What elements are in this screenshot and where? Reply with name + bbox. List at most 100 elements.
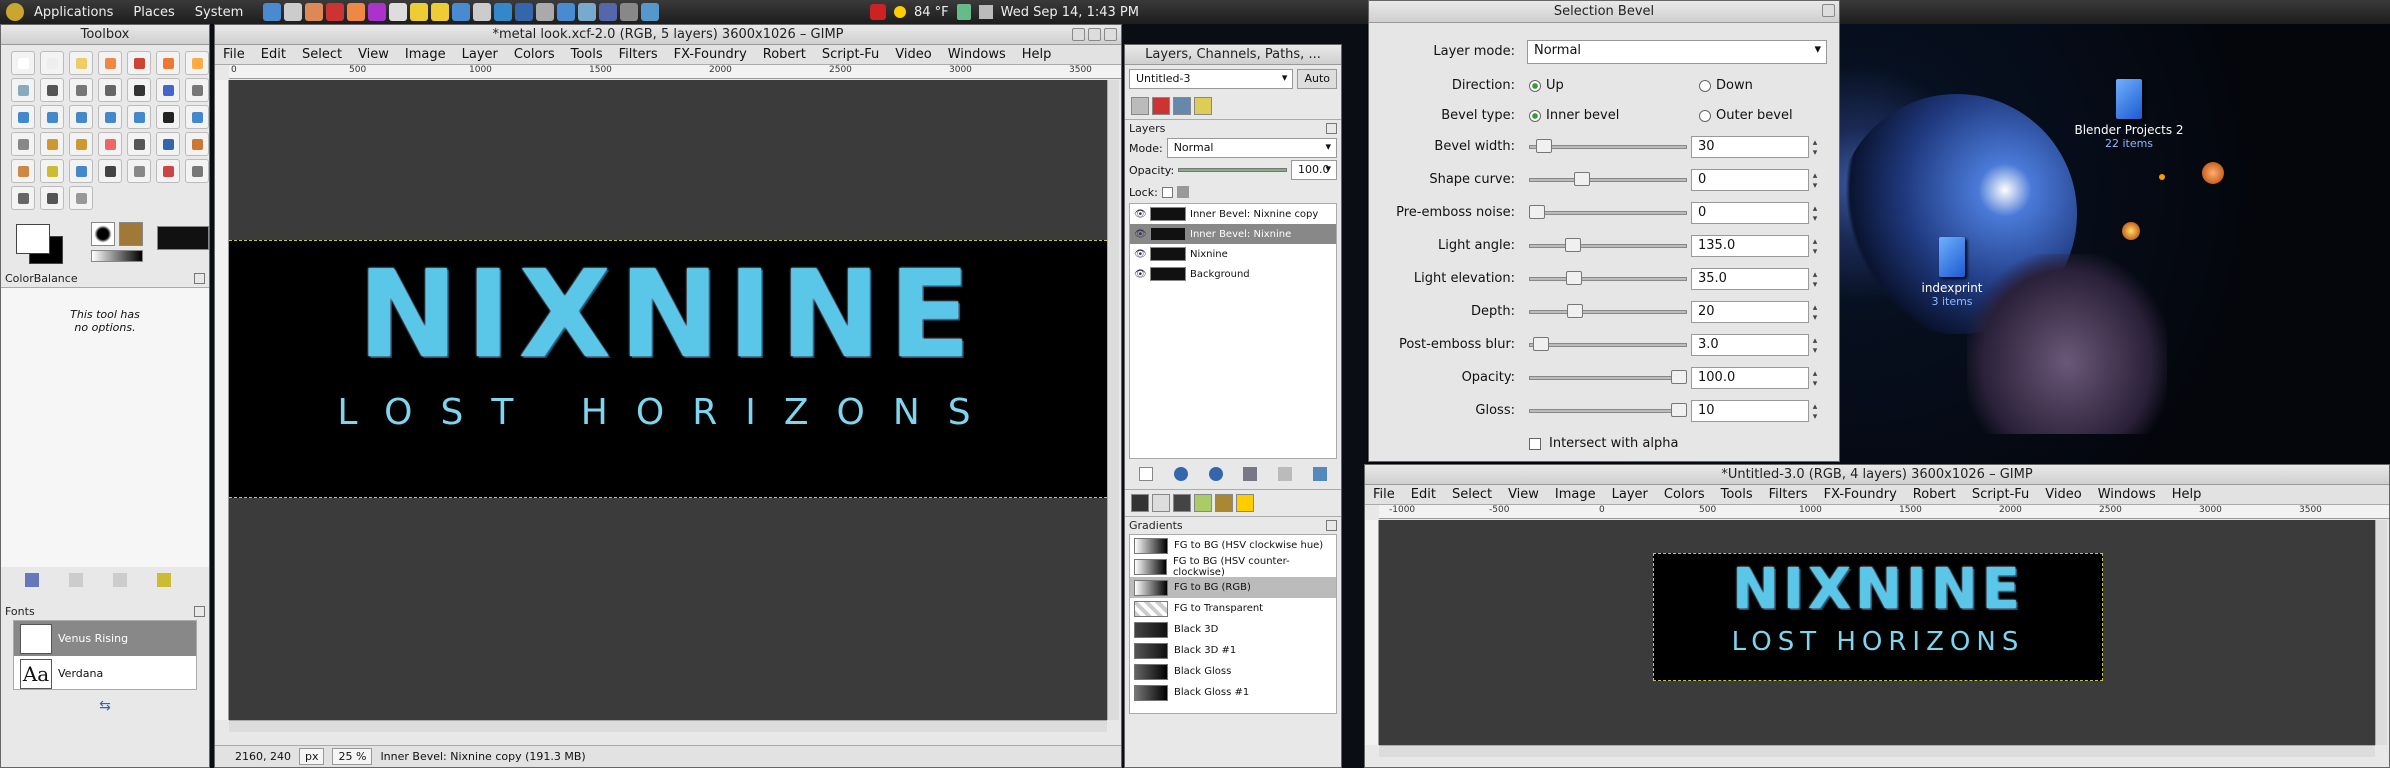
launcher-icon[interactable] bbox=[368, 3, 387, 21]
launcher-icon[interactable] bbox=[410, 3, 429, 21]
launcher-icon[interactable] bbox=[494, 3, 513, 21]
menu-image[interactable]: Image bbox=[1547, 487, 1604, 502]
opacity-input[interactable]: 100.0 bbox=[1291, 160, 1337, 180]
reset-options-icon[interactable] bbox=[157, 573, 171, 587]
bevel-width-input[interactable]: 30 bbox=[1691, 136, 1820, 158]
menu-windows[interactable]: Windows bbox=[2090, 487, 2164, 502]
list-item[interactable]: FG to BG (HSV clockwise hue) bbox=[1130, 535, 1336, 556]
toolbox-titlebar[interactable]: Toolbox bbox=[1, 25, 209, 45]
launcher-icon[interactable] bbox=[557, 3, 576, 21]
close-icon[interactable] bbox=[1822, 4, 1835, 17]
restore-options-icon[interactable] bbox=[69, 573, 83, 587]
image-window-titlebar[interactable]: *metal look.xcf-2.0 (RGB, 5 layers) 3600… bbox=[215, 25, 1121, 45]
desktop-folder-indexprint[interactable]: indexprint 3 items bbox=[1902, 237, 2002, 308]
launcher-icon[interactable] bbox=[578, 3, 597, 21]
menu-system[interactable]: System bbox=[185, 5, 253, 20]
list-item[interactable]: FG to Transparent bbox=[1130, 598, 1336, 619]
menu-select[interactable]: Select bbox=[1444, 487, 1500, 502]
slider-handle[interactable] bbox=[1567, 304, 1584, 318]
horizontal-ruler[interactable]: 0 500 1000 1500 2000 2500 3000 3500 bbox=[229, 65, 1121, 79]
menu-fx-foundry[interactable]: FX-Foundry bbox=[1816, 487, 1905, 502]
tab-menu-icon[interactable] bbox=[1326, 123, 1337, 134]
list-item[interactable]: Black 3D #1 bbox=[1130, 640, 1336, 661]
bevel-titlebar[interactable]: Selection Bevel bbox=[1369, 1, 1839, 23]
scale-icon[interactable] bbox=[40, 105, 64, 129]
shape-curve-input[interactable]: 0 bbox=[1691, 169, 1820, 191]
menu-applications[interactable]: Applications bbox=[24, 5, 123, 20]
anchor-layer-icon[interactable] bbox=[1277, 467, 1292, 481]
tab-gradients-icon[interactable] bbox=[1173, 494, 1191, 512]
threshold-icon[interactable] bbox=[40, 186, 64, 210]
layer-row[interactable]: 👁 Nixnine bbox=[1130, 244, 1336, 264]
menu-places[interactable]: Places bbox=[123, 5, 184, 20]
layer-mode-select[interactable]: Normal bbox=[1166, 138, 1337, 158]
slider-handle[interactable] bbox=[1536, 139, 1553, 153]
menu-video[interactable]: Video bbox=[2037, 487, 2089, 502]
minimize-icon[interactable] bbox=[1072, 28, 1085, 41]
tab-fonts-icon[interactable] bbox=[1236, 494, 1254, 512]
launcher-icon[interactable] bbox=[431, 3, 450, 21]
fuzzy-select-icon[interactable] bbox=[98, 51, 122, 75]
menu-edit[interactable]: Edit bbox=[253, 47, 294, 62]
depth-slider[interactable] bbox=[1529, 310, 1687, 314]
layer-row[interactable]: 👁 Inner Bevel: Nixnine copy bbox=[1130, 204, 1336, 224]
menu-view[interactable]: View bbox=[350, 47, 397, 62]
light-angle-slider[interactable] bbox=[1529, 244, 1687, 248]
inner-bevel-radio[interactable]: Inner bevel bbox=[1529, 108, 1619, 123]
tab-layers-icon[interactable] bbox=[1131, 97, 1149, 115]
foreground-select-icon[interactable] bbox=[185, 51, 209, 75]
slider-handle[interactable] bbox=[1564, 238, 1581, 252]
lock-pixels-checkbox[interactable] bbox=[1161, 186, 1173, 198]
menu-filters[interactable]: Filters bbox=[1761, 487, 1816, 502]
tab-palettes-icon[interactable] bbox=[1194, 494, 1212, 512]
pre-emboss-noise-slider[interactable] bbox=[1529, 211, 1687, 215]
ellipse-select-icon[interactable] bbox=[40, 51, 64, 75]
color-picker-icon[interactable] bbox=[40, 78, 64, 102]
close-icon[interactable] bbox=[1104, 28, 1117, 41]
tab-patterns-icon[interactable] bbox=[1152, 494, 1170, 512]
tab-menu-icon[interactable] bbox=[194, 273, 205, 284]
crop-icon[interactable] bbox=[185, 78, 209, 102]
vertical-scrollbar[interactable] bbox=[1107, 80, 1119, 720]
menu-video[interactable]: Video bbox=[887, 47, 939, 62]
launcher-icon[interactable] bbox=[473, 3, 492, 21]
slider-handle[interactable] bbox=[1671, 403, 1687, 417]
launcher-icon[interactable] bbox=[284, 3, 303, 21]
heal-icon[interactable] bbox=[11, 159, 35, 183]
launcher-icon[interactable] bbox=[389, 3, 408, 21]
foreground-color-swatch[interactable] bbox=[16, 224, 50, 254]
list-item[interactable]: Black Gloss #1 bbox=[1130, 682, 1336, 703]
launcher-icon[interactable] bbox=[641, 3, 660, 21]
slider-handle[interactable] bbox=[1565, 271, 1582, 285]
flip-icon[interactable] bbox=[127, 105, 151, 129]
active-image-thumbnail[interactable] bbox=[157, 226, 209, 250]
list-item[interactable]: Black 3D bbox=[1130, 619, 1336, 640]
menu-filters[interactable]: Filters bbox=[611, 47, 666, 62]
blend-icon[interactable] bbox=[11, 132, 35, 156]
light-elevation-slider[interactable] bbox=[1529, 277, 1687, 281]
clock[interactable]: Wed Sep 14, 1:43 PM bbox=[1001, 5, 1139, 20]
menu-fx-foundry[interactable]: FX-Foundry bbox=[666, 47, 755, 62]
rotate-icon[interactable] bbox=[11, 105, 35, 129]
launcher-icon[interactable] bbox=[452, 3, 471, 21]
menu-robert[interactable]: Robert bbox=[755, 47, 814, 62]
launcher-icon[interactable] bbox=[263, 3, 282, 21]
pencil-icon[interactable] bbox=[40, 132, 64, 156]
horizontal-scrollbar[interactable] bbox=[229, 720, 1107, 732]
menu-colors[interactable]: Colors bbox=[1656, 487, 1713, 502]
menu-image[interactable]: Image bbox=[397, 47, 454, 62]
menu-layer[interactable]: Layer bbox=[454, 47, 506, 62]
bucket-fill-icon[interactable] bbox=[185, 105, 209, 129]
lock-alpha-icon[interactable] bbox=[1176, 186, 1189, 198]
post-emboss-blur-slider[interactable] bbox=[1529, 343, 1687, 347]
launcher-icon[interactable] bbox=[536, 3, 555, 21]
gloss-input[interactable]: 10 bbox=[1691, 400, 1820, 422]
pattern-indicator[interactable] bbox=[119, 222, 143, 246]
volume-icon[interactable] bbox=[978, 5, 993, 19]
eye-icon[interactable]: 👁 bbox=[1134, 209, 1147, 220]
menu-colors[interactable]: Colors bbox=[506, 47, 563, 62]
delete-layer-icon[interactable] bbox=[1312, 467, 1327, 481]
horizontal-ruler[interactable]: -1000 -500 0 500 1000 1500 2000 2500 300… bbox=[1379, 505, 2389, 519]
alert-icon[interactable] bbox=[870, 4, 886, 20]
direction-up-radio[interactable]: Up bbox=[1529, 78, 1564, 93]
